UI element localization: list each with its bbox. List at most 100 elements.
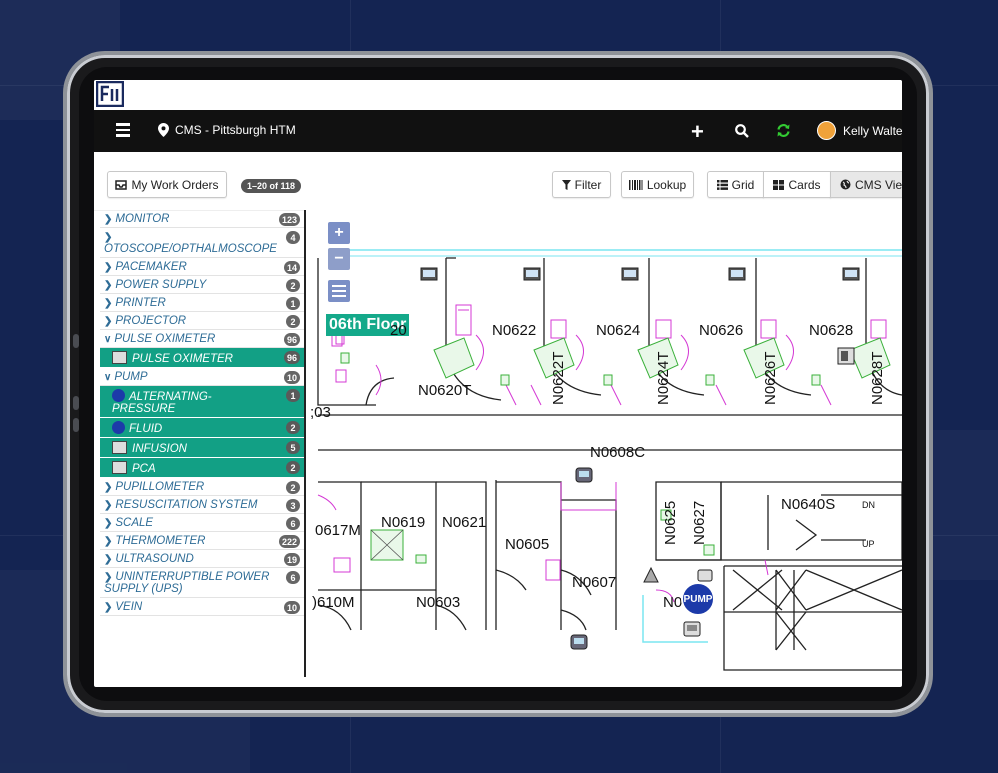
cms-view-label: CMS Vie [855,177,902,192]
list-item-label: RESUSCITATION SYSTEM [115,499,258,511]
list-item-label: POWER SUPPLY [115,279,207,291]
infusion-device-icon [112,441,127,454]
list-item[interactable]: FLUID 2 [100,418,304,438]
count-badge: 2 [286,481,300,494]
refresh-icon[interactable] [776,123,791,138]
pump-marker-icon[interactable]: PUMP [681,582,715,616]
list-item[interactable]: ❯ PUPILLOMETER 2 [100,478,304,496]
list-item[interactable]: ❯ PACEMAKER 14 [100,258,304,276]
count-badge: 19 [283,553,300,566]
filter-label: Filter [574,177,602,192]
list-item-label: OTOSCOPE/OPTHALMOSCOPE [104,243,277,255]
chevron-right-icon: ❯ [104,298,113,309]
location-selector[interactable]: CMS - Pittsburgh HTM [158,123,296,137]
cms-view-button[interactable]: CMS Vie [830,171,902,198]
list-item[interactable]: ❯ PRINTER 1 [100,294,304,312]
list-item[interactable]: ❯ THERMOMETER 222 [100,532,304,550]
filter-button[interactable]: Filter [552,171,611,198]
filter-icon [561,179,571,190]
list-item[interactable]: INFUSION 5 [100,438,304,458]
count-badge: 10 [283,601,300,614]
avatar [817,121,836,140]
chevron-right-icon: ❯ [104,482,113,493]
tablet-side-button [73,334,79,348]
list-item[interactable]: ∨ PULSE OXIMETER 96 [100,330,304,348]
list-item-label: MONITOR [115,213,170,225]
count-badge: 1 [286,389,300,402]
count-badge: 96 [283,333,300,346]
list-item[interactable]: ALTERNATING-PRESSURE 1 [100,386,304,418]
zoom-in-button[interactable]: + [328,222,350,244]
list-item[interactable]: ❯ VEIN 10 [100,598,304,616]
list-item[interactable]: ❯OTOSCOPE/OPTHALMOSCOPE 4 [100,228,304,258]
map-pin-icon [158,123,169,137]
list-item[interactable]: ❯ PROJECTOR 2 [100,312,304,330]
cards-icon [773,179,785,190]
chevron-right-icon: ❯ [104,554,113,565]
my-work-orders-button[interactable]: My Work Orders [107,171,227,198]
grid-view-button[interactable]: Grid [707,171,764,198]
count-badge: 6 [286,517,300,530]
chevron-right-icon: ❯ [104,500,113,511]
top-navbar: CMS - Pittsburgh HTM + Kelly Walte [94,110,902,152]
list-item[interactable]: PULSE OXIMETER 96 [100,348,304,368]
count-badge: 4 [286,231,300,244]
list-item-label: SCALE [115,517,154,529]
list-item[interactable]: PCA 2 [100,458,304,478]
list-item[interactable]: ❯ MONITOR 123 [100,210,304,228]
count-badge: 10 [283,371,300,384]
room-label: N0624T [655,351,672,405]
count-badge: 14 [283,261,300,274]
chevron-down-icon: ∨ [104,334,112,345]
room-label: N0626 [699,322,744,339]
room-label: N0625 [662,500,679,545]
list-item[interactable]: ∨ PUMP 10 [100,368,304,386]
list-item-label: ALTERNATING-PRESSURE [112,391,212,415]
inbox-icon [115,179,128,190]
room-label: N0622T [550,351,567,405]
hamburger-menu-icon[interactable] [116,123,130,137]
user-menu[interactable]: Kelly Walte [817,121,902,140]
list-item[interactable]: ❯ SCALE 6 [100,514,304,532]
count-badge: 6 [286,571,300,584]
room-label: N0621 [442,514,487,531]
list-item-label: INFUSION [132,443,187,455]
layers-menu-icon[interactable] [328,280,350,302]
room-label: N0640S [781,496,836,513]
barcode-icon [628,179,643,190]
cards-view-button[interactable]: Cards [763,171,831,198]
room-label: N0608C [590,444,646,461]
list-item[interactable]: ❯ POWER SUPPLY 2 [100,276,304,294]
room-label: N0627 [691,500,708,545]
chevron-right-icon: ❯ [104,572,113,583]
chevron-right-icon: ❯ [104,518,113,529]
room-label: N0622 [492,322,537,339]
lookup-label: Lookup [646,177,687,192]
list-item[interactable]: ❯ RESUSCITATION SYSTEM 3 [100,496,304,514]
grid-label: Grid [731,177,755,192]
list-item-label: ULTRASOUND [115,553,194,565]
list-item[interactable]: ❯ ULTRASOUND 19 [100,550,304,568]
chevron-right-icon: ❯ [104,262,113,273]
equipment-category-list: ❯ MONITOR 123 ❯OTOSCOPE/OPTHALMOSCOPE 4 ❯ PACE… [100,210,306,677]
pulse-oximeter-device-icon [112,351,127,364]
room-label: N0619 [381,514,426,531]
lookup-button[interactable]: Lookup [621,171,694,198]
room-label: N0628 [809,322,854,339]
count-badge: 3 [286,499,300,512]
room-label: N0603 [416,594,461,611]
search-icon[interactable] [735,124,749,138]
room-label: N0628T [869,351,886,405]
pagination-badge: 1–20 of 118 [241,179,302,193]
add-icon[interactable]: + [691,119,704,145]
count-badge: 2 [286,461,300,474]
floor-plan-map[interactable]: + − 06th Floor 20 N0620T N0622 N0622T N0… [306,210,902,677]
pca-device-icon [112,461,127,474]
zoom-out-button[interactable]: − [328,248,350,270]
pump-icon [112,421,125,434]
my-work-orders-label: My Work Orders [131,177,219,192]
list-item[interactable]: ❯ UNINTERRUPTIBLE POWER SUPPLY (UPS) 6 [100,568,304,598]
app-logo-icon[interactable] [96,81,124,107]
list-item-label: PCA [132,463,156,475]
list-item-label: THERMOMETER [115,535,206,547]
